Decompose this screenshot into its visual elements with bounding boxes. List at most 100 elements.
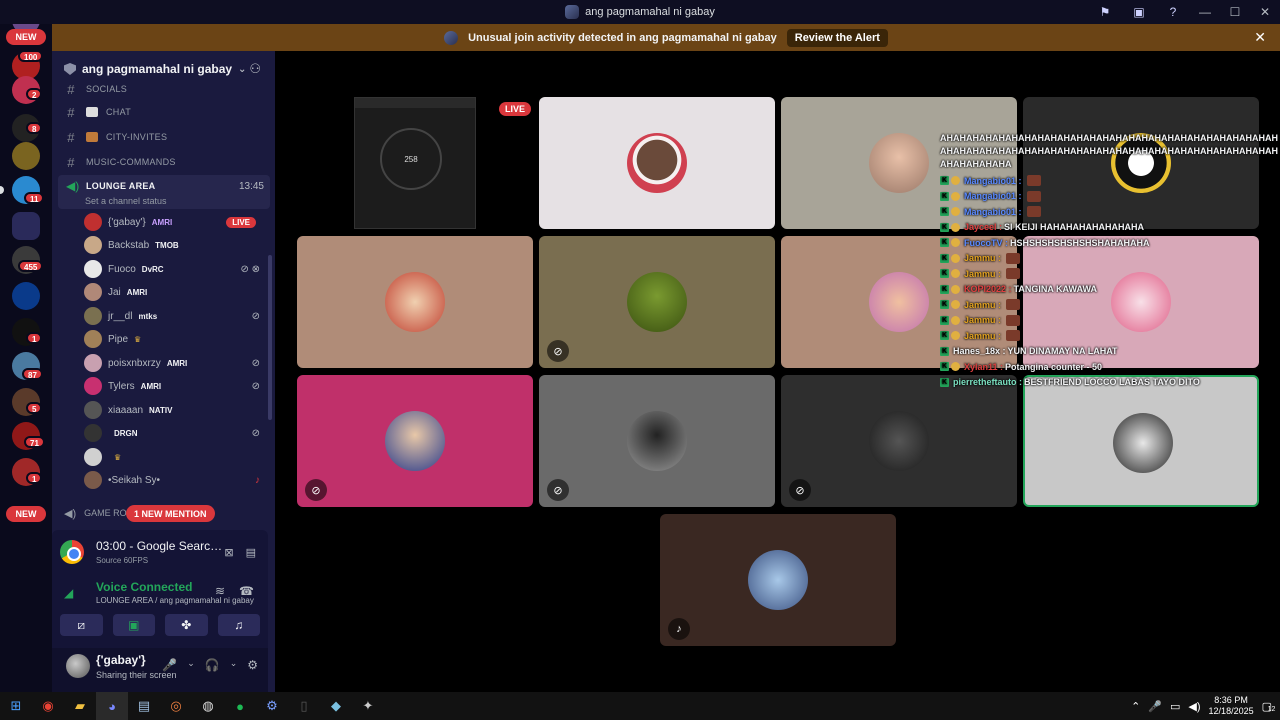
avatar: [84, 471, 102, 489]
speaker-icon: ◀): [64, 507, 77, 520]
discord-icon[interactable]: ◕: [96, 692, 128, 720]
guild-icon: [444, 30, 459, 45]
headphones-icon[interactable]: 🎧: [205, 658, 220, 672]
chat-line: K Hanes_18x : YUN DINAMAY NA LAHAT: [940, 346, 1118, 357]
avatar: [84, 354, 102, 372]
network-icon[interactable]: ▭: [1170, 700, 1180, 713]
app-icon[interactable]: ✦: [352, 692, 384, 720]
new-servers-pill[interactable]: NEW: [6, 29, 46, 45]
scrollbar[interactable]: [268, 255, 272, 420]
video-tile[interactable]: [539, 97, 775, 229]
activities-button[interactable]: ✤: [165, 614, 208, 636]
chat-line: K Jammu :: [940, 297, 1280, 313]
server-badge: 1: [26, 472, 43, 484]
voice-channel-lounge[interactable]: ◀) LOUNGE AREA 13:45 Set a channel statu…: [58, 175, 270, 209]
avatar: [1113, 413, 1173, 473]
minimize-button[interactable]: —: [1190, 0, 1220, 24]
inbox-icon[interactable]: ▣: [1122, 0, 1156, 24]
notepad-icon[interactable]: ▤: [128, 692, 160, 720]
voice-member[interactable]: Pipe ♛: [84, 329, 264, 349]
voice-member[interactable]: Fuoco DvRC ⊘ ⊗: [84, 259, 264, 279]
voice-member[interactable]: Backstab TMOB: [84, 235, 264, 255]
video-tile[interactable]: ⊘: [781, 375, 1017, 507]
video-tile[interactable]: ⊘: [539, 236, 775, 368]
stop-stream-icon[interactable]: ⊠: [224, 546, 233, 559]
video-tile[interactable]: [297, 236, 533, 368]
chrome-icon[interactable]: ◉: [32, 692, 64, 720]
screen-share-tile[interactable]: 258: [354, 97, 476, 229]
avatar: [869, 411, 929, 471]
voice-member[interactable]: DRGN ⊘: [84, 423, 264, 443]
voice-channel-game-room[interactable]: ◀) GAME RO: [64, 503, 127, 523]
voice-member[interactable]: Tylers AMRI ⊘: [84, 376, 264, 396]
shield-icon: [64, 63, 76, 75]
channel-status[interactable]: Set a channel status: [85, 196, 167, 206]
chat-line: K KOPI2022 : TANGINA KAWAWA: [940, 284, 1098, 295]
voice-timer: 13:45: [238, 181, 264, 192]
avatar[interactable]: [66, 654, 90, 678]
server-icon[interactable]: [12, 212, 40, 240]
channel-socials[interactable]: # SOCIALS: [64, 79, 127, 99]
muted-mic-icon: ⊘: [251, 310, 260, 322]
close-icon[interactable]: ✕: [1254, 29, 1266, 46]
review-alert-button[interactable]: Review the Alert: [786, 28, 888, 47]
title-bar: ang pagmamahal ni gabay ⚑ ▣ ? — ☐ ✕: [0, 0, 1280, 24]
soundboard-button[interactable]: ♫: [217, 614, 260, 636]
invite-people-icon[interactable]: ⚇: [249, 61, 261, 77]
user-name[interactable]: {'gabay'}: [96, 653, 146, 667]
app-icon[interactable]: ▯: [288, 692, 320, 720]
chevron-down-icon[interactable]: ⌄: [230, 658, 238, 672]
voice-member[interactable]: Jai AMRI: [84, 282, 264, 302]
maximize-button[interactable]: ☐: [1220, 0, 1250, 24]
voice-member[interactable]: {'gabay'} AMRI LIVE: [84, 212, 264, 232]
video-tile-speaking[interactable]: [1023, 375, 1259, 507]
microphone-icon[interactable]: 🎤: [162, 658, 177, 672]
live-badge: LIVE: [499, 102, 532, 116]
chat-line: K Jammu :: [940, 313, 1280, 329]
channel-city-invites[interactable]: # CITY-INVITES: [64, 127, 167, 147]
spotify-icon[interactable]: ●: [224, 692, 256, 720]
channel-music-commands[interactable]: # MUSIC-COMMANDS: [64, 152, 176, 172]
chevron-up-icon[interactable]: ⌃: [1131, 700, 1140, 713]
new-mention-pill[interactable]: 1 NEW MENTION: [126, 505, 215, 522]
signal-icon: ◢: [64, 586, 74, 600]
camera-off-button[interactable]: ⧄: [60, 614, 103, 636]
windows-start-icon[interactable]: ⊞: [0, 692, 32, 720]
voice-member[interactable]: jr__dl mtks ⊘: [84, 306, 264, 326]
clock-button[interactable]: 8:36 PM 12/18/2025: [1209, 695, 1254, 717]
app-icon[interactable]: ◆: [320, 692, 352, 720]
title-bar-actions: ⚑ ▣ ? — ☐ ✕: [1088, 0, 1280, 24]
server-rail: NEW 100 2 8 11 455 1 87 5 71 1 NEW: [0, 24, 52, 692]
disconnect-icon[interactable]: ☎: [239, 584, 254, 598]
help-icon[interactable]: ?: [1156, 0, 1190, 24]
app-icon[interactable]: ⚙: [256, 692, 288, 720]
chat-line: K Mangabio01 :: [940, 173, 1280, 189]
microphone-icon[interactable]: 🎤: [1148, 700, 1162, 713]
server-icon[interactable]: [12, 282, 40, 310]
chat-overlay: AHAHAHAHAHAHAHAHAHAHAHAHAHAHAHAHAHAHAHAH…: [940, 132, 1280, 390]
voice-member[interactable]: ♛: [84, 447, 264, 467]
channel-chat[interactable]: # CHAT: [64, 102, 131, 122]
obs-icon[interactable]: ◍: [192, 692, 224, 720]
browser-icon[interactable]: ◎: [160, 692, 192, 720]
new-servers-pill[interactable]: NEW: [6, 506, 46, 522]
avatar: [84, 283, 102, 301]
server-icon[interactable]: [12, 142, 40, 170]
file-explorer-icon[interactable]: ▰: [64, 692, 96, 720]
gear-icon[interactable]: ⚙: [247, 658, 258, 672]
noise-suppression-icon[interactable]: ≋: [215, 584, 225, 598]
voice-member[interactable]: xiaaaan NATIV: [84, 400, 264, 420]
video-tile[interactable]: ⊘: [539, 375, 775, 507]
close-window-button[interactable]: ✕: [1250, 0, 1280, 24]
chevron-down-icon[interactable]: ⌄: [187, 658, 195, 672]
video-tile[interactable]: ⊘: [297, 375, 533, 507]
notification-icon[interactable]: ▢ 12: [1262, 700, 1276, 713]
share-screen-button[interactable]: ▣: [112, 614, 155, 636]
stream-settings-icon[interactable]: ▤: [246, 546, 256, 559]
video-tile[interactable]: ♪: [660, 514, 896, 646]
flag-icon[interactable]: ⚑: [1088, 0, 1122, 24]
chat-line: K Xylan11 : Potangina counter - 50: [940, 361, 1103, 372]
voice-member[interactable]: poisxnbxrzy AMRI ⊘: [84, 353, 264, 373]
volume-icon[interactable]: ◀): [1188, 700, 1200, 713]
voice-member[interactable]: •Seikah Sy• ♪: [84, 470, 264, 490]
